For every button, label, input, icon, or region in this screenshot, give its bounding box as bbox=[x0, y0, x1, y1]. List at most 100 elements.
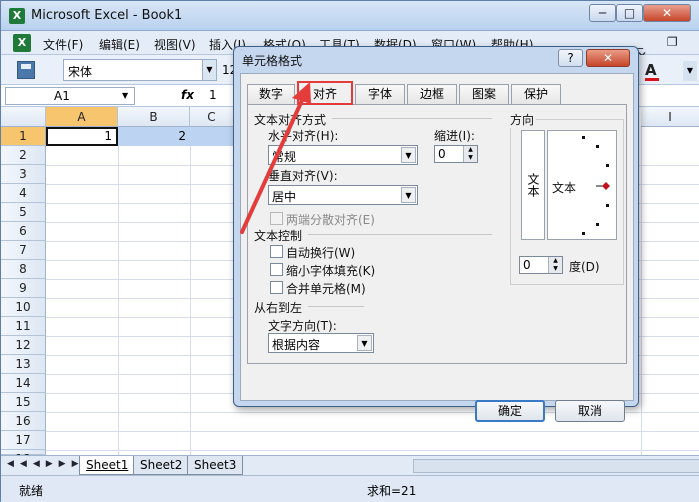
cell-c1[interactable] bbox=[190, 127, 234, 146]
chevron-down-icon[interactable]: ▼ bbox=[401, 147, 416, 163]
row-header[interactable]: 6 bbox=[1, 222, 46, 241]
menu-file[interactable]: 文件(F) bbox=[43, 36, 83, 53]
menu-edit[interactable]: 编辑(E) bbox=[99, 36, 140, 53]
font-name-select[interactable]: 宋体 ▼ bbox=[63, 59, 217, 81]
dialog-title: 单元格格式 bbox=[242, 54, 303, 68]
spin-down-icon[interactable]: ▼ bbox=[548, 265, 562, 273]
tab-border[interactable]: 边框 bbox=[407, 84, 457, 104]
row-header[interactable]: 2 bbox=[1, 146, 46, 165]
orientation-group-label: 方向 bbox=[508, 111, 537, 128]
merge-cells-label: 合并单元格(M) bbox=[286, 282, 366, 296]
tab-sheet2[interactable]: Sheet2 bbox=[133, 456, 190, 475]
column-header-i[interactable]: I bbox=[641, 107, 699, 127]
tab-font[interactable]: 字体 bbox=[355, 84, 405, 104]
status-bar: 就绪 求和=21 bbox=[1, 475, 699, 502]
help-button[interactable]: ? bbox=[558, 49, 583, 67]
column-header-c[interactable]: C bbox=[190, 107, 234, 127]
font-color-swatch bbox=[645, 78, 659, 81]
tab-alignment[interactable]: 对齐 bbox=[297, 81, 353, 105]
chevron-down-icon[interactable]: ▼ bbox=[122, 88, 128, 104]
orientation-dial[interactable]: 文本 bbox=[547, 130, 617, 240]
row-header[interactable]: 10 bbox=[1, 298, 46, 317]
h-align-value: 常规 bbox=[272, 150, 297, 164]
formula-input[interactable]: 1 bbox=[209, 88, 217, 102]
spin-down-icon[interactable]: ▼ bbox=[463, 154, 477, 162]
row-header[interactable]: 5 bbox=[1, 203, 46, 222]
select-all-corner[interactable] bbox=[1, 107, 46, 127]
chevron-down-icon[interactable]: ▼ bbox=[202, 60, 216, 80]
h-align-select[interactable]: 常规 ▼ bbox=[268, 145, 418, 165]
gridline bbox=[641, 127, 642, 455]
name-box-value: A1 bbox=[54, 89, 70, 103]
menu-view[interactable]: 视图(V) bbox=[154, 36, 196, 53]
rtl-group-label: 从右到左 bbox=[254, 301, 303, 315]
dial-tick bbox=[582, 232, 585, 235]
indent-label: 缩进(I): bbox=[434, 129, 475, 143]
workbook-icon[interactable]: X bbox=[13, 34, 31, 52]
format-cells-dialog: 单元格格式 ? ✕ 数字 字体 边框 图案 保护 文本对齐方式 水平对齐(H):… bbox=[233, 46, 639, 422]
row-header[interactable]: 14 bbox=[1, 374, 46, 393]
wrap-text-checkbox[interactable] bbox=[270, 245, 283, 258]
merge-cells-checkbox[interactable] bbox=[270, 281, 283, 294]
tab-pattern[interactable]: 图案 bbox=[459, 84, 509, 104]
spin-up-icon[interactable]: ▲ bbox=[548, 257, 562, 265]
cancel-button[interactable]: 取消 bbox=[555, 400, 625, 422]
name-box[interactable]: A1 ▼ bbox=[5, 87, 135, 105]
chevron-down-icon[interactable]: ▼ bbox=[401, 187, 416, 203]
close-button[interactable]: ✕ bbox=[643, 4, 691, 22]
text-direction-select[interactable]: 根据内容 ▼ bbox=[268, 333, 374, 353]
ok-button[interactable]: 确定 bbox=[475, 400, 545, 422]
v-align-select[interactable]: 居中 ▼ bbox=[268, 185, 418, 205]
dial-tick bbox=[606, 164, 609, 167]
sheet-nav-icons[interactable]: ◀◀◀▶▶▶ bbox=[7, 459, 85, 469]
row-header[interactable]: 3 bbox=[1, 165, 46, 184]
column-header-a[interactable]: A bbox=[46, 107, 118, 127]
horizontal-scrollbar[interactable] bbox=[413, 459, 699, 473]
text-align-group-label: 文本对齐方式 bbox=[254, 113, 327, 127]
chevron-down-icon[interactable]: ▼ bbox=[357, 335, 372, 351]
row-header[interactable]: 1 bbox=[1, 127, 46, 146]
row-header[interactable]: 11 bbox=[1, 317, 46, 336]
row-header[interactable]: 16 bbox=[1, 412, 46, 431]
row-header[interactable]: 15 bbox=[1, 393, 46, 412]
degree-stepper[interactable]: 0 ▲ ▼ bbox=[519, 256, 563, 274]
cell-b1[interactable]: 2 bbox=[118, 127, 190, 146]
row-header[interactable]: 12 bbox=[1, 336, 46, 355]
dialog-body: 数字 字体 边框 图案 保护 文本对齐方式 水平对齐(H): 常规 ▼ 缩进(I… bbox=[240, 73, 634, 422]
v-align-label: 垂直对齐(V): bbox=[268, 169, 338, 183]
font-color-icon[interactable]: A bbox=[645, 61, 657, 79]
spin-up-icon[interactable]: ▲ bbox=[463, 146, 477, 154]
sheet-tab-bar: ◀◀◀▶▶▶ Sheet1 Sheet2 Sheet3 bbox=[1, 455, 699, 475]
minimize-button[interactable]: ─ bbox=[589, 4, 616, 22]
row-header[interactable]: 4 bbox=[1, 184, 46, 203]
column-header-b[interactable]: B bbox=[118, 107, 190, 127]
status-ready: 就绪 bbox=[19, 484, 44, 498]
row-header[interactable]: 9 bbox=[1, 279, 46, 298]
maximize-button[interactable]: □ bbox=[616, 4, 643, 22]
dial-tick bbox=[596, 223, 599, 226]
divider bbox=[308, 234, 492, 235]
dial-handle-icon[interactable] bbox=[602, 182, 610, 190]
toolbar-overflow-icon[interactable]: ▼ bbox=[683, 61, 697, 81]
tab-protection[interactable]: 保护 bbox=[511, 84, 561, 104]
orientation-dial-text: 文本 bbox=[552, 181, 577, 195]
tab-sheet1[interactable]: Sheet1 bbox=[79, 456, 136, 475]
save-icon[interactable] bbox=[17, 61, 35, 79]
tab-sheet3[interactable]: Sheet3 bbox=[187, 456, 244, 475]
v-align-value: 居中 bbox=[272, 190, 297, 204]
shrink-to-fit-checkbox[interactable] bbox=[270, 263, 283, 276]
indent-stepper[interactable]: 0 ▲ ▼ bbox=[434, 145, 478, 163]
row-header[interactable]: 8 bbox=[1, 260, 46, 279]
tab-number[interactable]: 数字 bbox=[247, 84, 295, 104]
cell-a1[interactable]: 1 bbox=[46, 127, 118, 146]
dialog-close-button[interactable]: ✕ bbox=[586, 49, 630, 67]
row-header[interactable]: 17 bbox=[1, 431, 46, 450]
function-icon[interactable]: fx bbox=[181, 88, 194, 102]
status-sum: 求和=21 bbox=[367, 484, 417, 498]
vertical-text-toggle[interactable]: 文本 bbox=[521, 130, 545, 240]
distributed-checkbox[interactable] bbox=[270, 212, 283, 225]
row-header[interactable]: 7 bbox=[1, 241, 46, 260]
row-header[interactable]: 13 bbox=[1, 355, 46, 374]
excel-app-icon: X bbox=[9, 8, 25, 24]
window-title: Microsoft Excel - Book1 bbox=[31, 8, 183, 23]
